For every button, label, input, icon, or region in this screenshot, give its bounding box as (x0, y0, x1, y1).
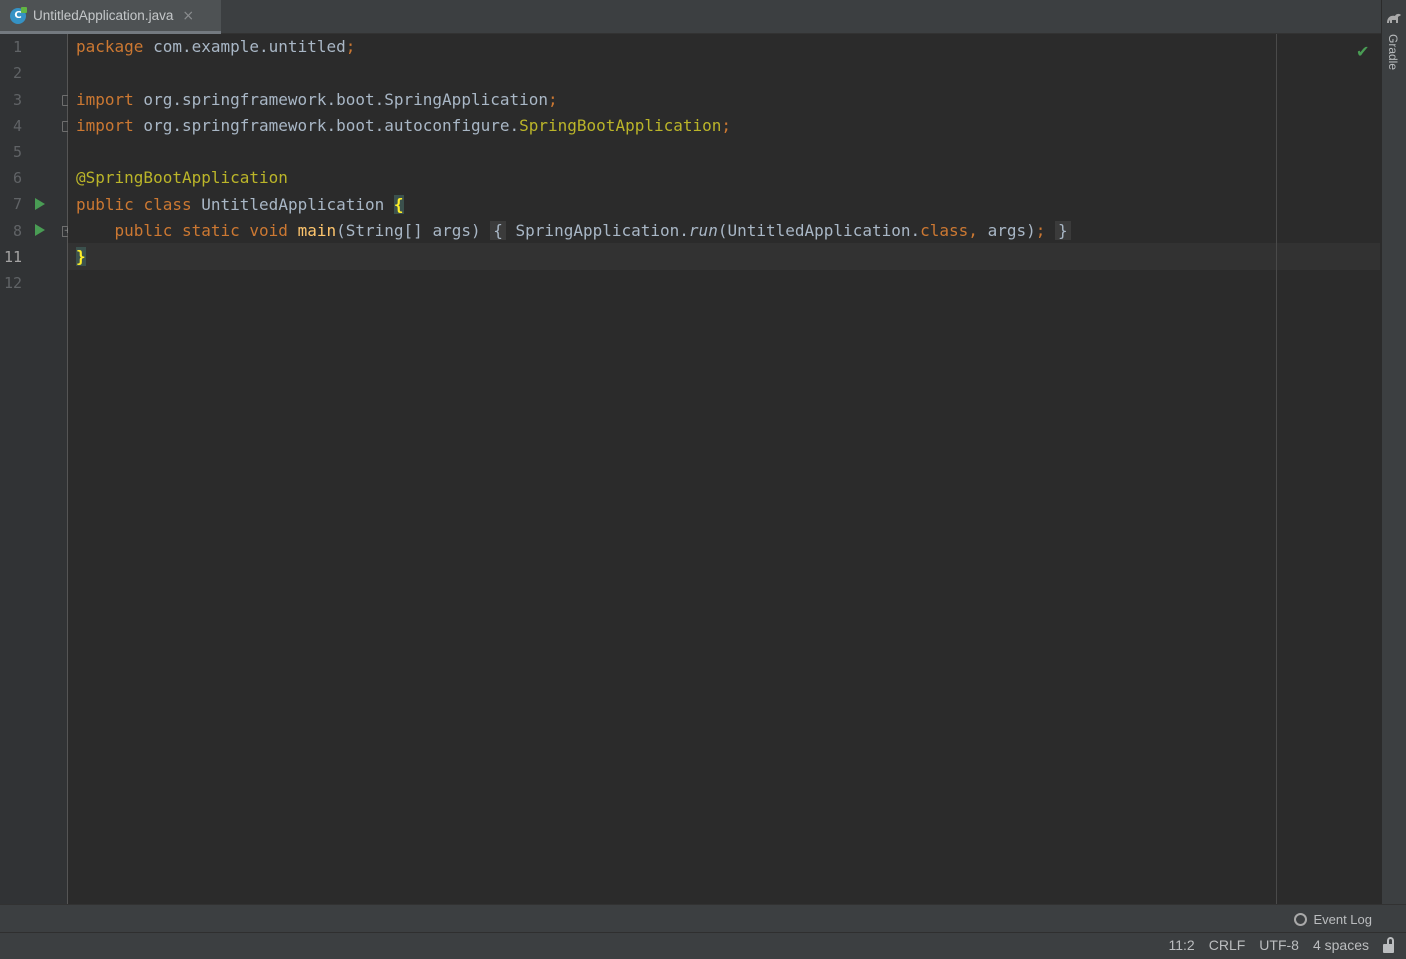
call-args: (UntitledApplication. (717, 221, 921, 240)
tab-untitled-application[interactable]: C UntitledApplication.java × (0, 0, 221, 34)
line-number: 8 (12, 222, 22, 240)
code-line-8: public static void main(String[] args) {… (76, 218, 1071, 244)
close-brace: } (76, 247, 86, 266)
editor-gutter: 1 2 3 4 5 6 7 8 11 12 + (0, 34, 73, 904)
gradle-tool-button[interactable]: Gradle (1386, 34, 1400, 70)
code-line-11: } (76, 244, 86, 270)
line-number: 1 (12, 38, 22, 56)
folded-open-brace[interactable]: { (490, 221, 506, 240)
run-main-icon[interactable] (35, 224, 45, 236)
method-name: main (297, 221, 337, 240)
line-number: 4 (12, 117, 22, 135)
import-path: org.springframework.boot.autoconfigure. (133, 116, 520, 135)
keyword: static (181, 221, 240, 240)
cursor-position[interactable]: 11:2 (1169, 937, 1195, 953)
method-params: (String[] args) (336, 221, 481, 240)
line-number: 5 (12, 143, 22, 161)
annotation: @SpringBootApplication (76, 168, 288, 187)
comma: , (968, 221, 978, 240)
annotation-class: SpringBootApplication (519, 116, 722, 135)
bottom-tool-bar: Event Log (0, 904, 1406, 933)
keyword: import (76, 116, 134, 135)
gradle-icon[interactable] (1386, 11, 1402, 25)
keyword: public (114, 221, 173, 240)
keyword: class (143, 195, 192, 214)
class-name: UntitledApplication (201, 195, 385, 214)
code-line-1: package com.example.untitled; (76, 34, 355, 60)
check-icon[interactable]: ✔ (1356, 42, 1369, 61)
lock-icon[interactable] (1383, 936, 1394, 953)
keyword: import (76, 90, 134, 109)
line-separator[interactable]: CRLF (1209, 937, 1246, 953)
code-line-4: import org.springframework.boot.autoconf… (76, 113, 731, 139)
event-log-label: Event Log (1313, 912, 1372, 927)
close-icon[interactable]: × (182, 8, 194, 24)
keyword: class (920, 221, 969, 240)
event-log-button[interactable]: Event Log (1294, 912, 1372, 927)
folded-close-brace[interactable]: } (1055, 221, 1071, 240)
import-path: org.springframework.boot.SpringApplicati… (133, 90, 549, 109)
right-margin-guide (1276, 34, 1277, 904)
indent-setting[interactable]: 4 spaces (1313, 937, 1369, 953)
method-call: run (688, 221, 718, 240)
editor-tab-bar: C UntitledApplication.java × (0, 0, 1382, 34)
code-line-7: public class UntitledApplication { (76, 192, 404, 218)
file-encoding[interactable]: UTF-8 (1259, 937, 1299, 953)
tab-label: UntitledApplication.java (33, 8, 174, 23)
line-number: 2 (12, 64, 22, 82)
code-line-3: import org.springframework.boot.SpringAp… (76, 87, 558, 113)
semicolon: ; (1035, 221, 1046, 240)
line-number: 3 (12, 91, 22, 109)
line-number-current: 11 (3, 248, 22, 266)
call-target: SpringApplication. (515, 221, 689, 240)
line-number: 12 (3, 274, 22, 292)
keyword: void (249, 221, 288, 240)
keyword: package (76, 37, 144, 56)
status-bar: 11:2 CRLF UTF-8 4 spaces (0, 932, 1406, 959)
keyword: public (76, 195, 134, 214)
open-brace: { (393, 195, 404, 214)
java-class-icon: C (10, 6, 27, 24)
line-number: 7 (12, 195, 22, 213)
call-args: args) (977, 221, 1036, 240)
semicolon: ; (721, 116, 732, 135)
line-number: 6 (12, 169, 22, 187)
semicolon: ; (345, 37, 356, 56)
package-name: com.example.untitled (143, 37, 346, 56)
right-tool-strip: Gradle (1381, 0, 1406, 904)
run-class-icon[interactable] (35, 198, 45, 210)
code-line-6: @SpringBootApplication (76, 165, 288, 191)
event-log-icon (1294, 913, 1308, 926)
semicolon: ; (548, 90, 558, 109)
current-line-highlight (68, 243, 1380, 270)
